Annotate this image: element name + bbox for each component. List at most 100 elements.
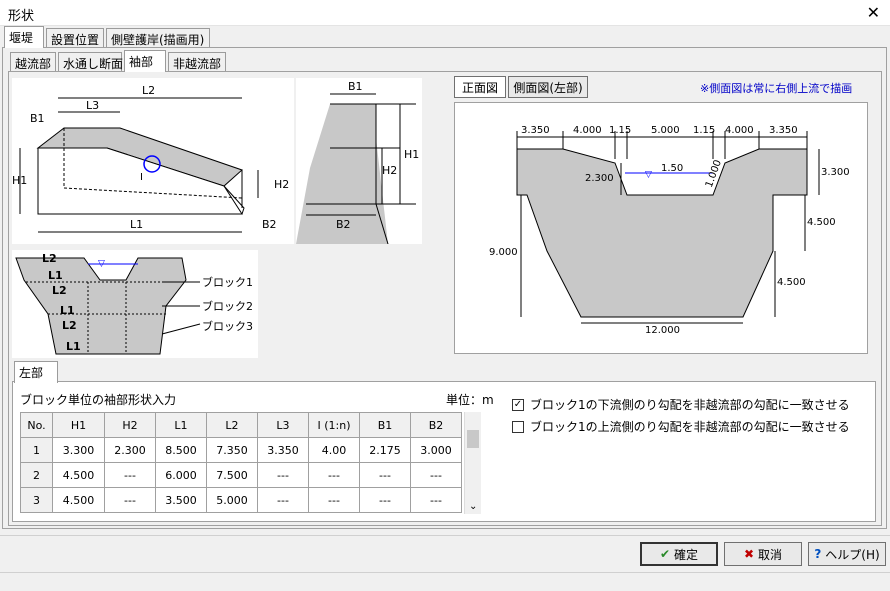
cell[interactable]: 3.500	[155, 487, 207, 513]
iso-H2-label: H2	[274, 178, 289, 191]
col-L1: L1	[155, 412, 207, 438]
block-diagram: ▽ L2 L1 L2 L1 L2 L1 ブロック1 ブロック2 ブロック3	[12, 250, 258, 358]
cell[interactable]: ---	[257, 462, 309, 488]
cancel-button[interactable]: ✖ 取消	[724, 542, 802, 566]
block-label-2: ブロック2	[202, 299, 253, 313]
front-dim-3: 1.15	[609, 125, 631, 136]
row-no: 1	[20, 437, 53, 463]
check-upstream-row[interactable]: ブロック1の上流側のり勾配を非越流部の勾配に一致させる	[512, 418, 850, 435]
help-button[interactable]: ? ヘルプ(H)	[808, 542, 886, 566]
tab-wing[interactable]: 袖部	[124, 50, 166, 72]
block-row-6: L1	[66, 340, 81, 353]
iso-diagram: L2 L3 B1 H1 H2 L1 B2 I	[12, 78, 294, 244]
front-dim-4500a: 4.500	[807, 217, 836, 228]
cell[interactable]: 4.500	[52, 462, 105, 488]
svg-text:▽: ▽	[98, 259, 105, 269]
cell[interactable]: 2.300	[104, 437, 156, 463]
table-row: 3 4.500 --- 3.500 5.000 --- --- --- ---	[20, 487, 462, 513]
col-B1: B1	[359, 412, 411, 438]
col-no: No.	[20, 412, 53, 438]
cell[interactable]: 2.175	[359, 437, 411, 463]
scrollbar-thumb[interactable]	[467, 430, 479, 448]
block-row-3: L2	[52, 284, 67, 297]
col-H1: H1	[52, 412, 105, 438]
cell[interactable]: ---	[104, 487, 156, 513]
title-bar	[0, 0, 890, 26]
cell[interactable]: 4.500	[52, 487, 105, 513]
col-H2: H2	[104, 412, 156, 438]
iso-L3-label: L3	[86, 99, 99, 112]
cell[interactable]: ---	[410, 462, 462, 488]
ok-button[interactable]: ✔ 確定	[640, 542, 718, 566]
cross-icon: ✖	[743, 547, 755, 561]
block-label-1: ブロック1	[202, 275, 253, 289]
cell[interactable]: 7.500	[206, 462, 258, 488]
side-B2-label: B2	[336, 218, 351, 231]
cell[interactable]: ---	[359, 462, 411, 488]
check-icon: ✔	[659, 547, 671, 561]
iso-H1-label: H1	[12, 174, 27, 187]
cell[interactable]: ---	[308, 462, 360, 488]
tab-non-overflow[interactable]: 非越流部	[168, 52, 226, 72]
cell[interactable]: ---	[410, 487, 462, 513]
table-row: 1 3.300 2.300 8.500 7.350 3.350 4.00 2.1…	[20, 437, 462, 463]
cell[interactable]: ---	[104, 462, 156, 488]
check-downstream-row[interactable]: ✓ ブロック1の下流側のり勾配を非越流部の勾配に一致させる	[512, 396, 850, 413]
cell[interactable]: 7.350	[206, 437, 258, 463]
side-view-note: ※側面図は常に右側上流で描画	[700, 82, 853, 95]
tab-overflow[interactable]: 越流部	[10, 52, 56, 72]
block-row-5: L2	[62, 319, 77, 332]
question-icon: ?	[814, 547, 822, 561]
front-dim-150: 1.50	[661, 163, 683, 174]
window-title: 形状	[8, 9, 35, 24]
iso-B2-label: B2	[262, 218, 277, 231]
iso-I-label: I	[140, 172, 143, 183]
col-L2: L2	[206, 412, 258, 438]
table-title: ブロック単位の袖部形状入力	[20, 393, 177, 407]
cell[interactable]: 3.350	[257, 437, 309, 463]
table-row: 2 4.500 --- 6.000 7.500 --- --- --- ---	[20, 462, 462, 488]
block-row-2: L1	[48, 269, 63, 282]
front-dim-2300: 2.300	[585, 173, 614, 184]
cell[interactable]: 5.000	[206, 487, 258, 513]
status-bar	[0, 572, 890, 591]
front-view-button[interactable]: 正面図	[454, 76, 506, 98]
tab-side-wall[interactable]: 側壁護岸(描画用)	[106, 28, 210, 48]
front-dim-9000: 9.000	[489, 247, 518, 258]
cell[interactable]: 8.500	[155, 437, 207, 463]
check-downstream-box[interactable]: ✓	[512, 398, 524, 411]
cell[interactable]: ---	[257, 487, 309, 513]
cell[interactable]: ---	[359, 487, 411, 513]
front-dim-3300: 3.300	[821, 167, 850, 178]
tab-water-section[interactable]: 水通し断面	[58, 52, 123, 72]
side-H2-label: H2	[382, 164, 397, 177]
front-dim-4500b: 4.500	[777, 277, 806, 288]
table-scrollbar[interactable]: ⌄	[464, 412, 481, 514]
front-view-canvas: ▽ 3.350 4.000 1.15 5.000 1.15 4.000 3.35…	[454, 102, 868, 354]
row-no: 3	[20, 487, 53, 513]
chevron-down-icon[interactable]: ⌄	[469, 501, 477, 512]
cell[interactable]: ---	[308, 487, 360, 513]
svg-text:▽: ▽	[645, 170, 652, 180]
close-icon[interactable]: ✕	[867, 3, 880, 22]
check-upstream-box[interactable]	[512, 420, 524, 433]
check-upstream-label: ブロック1の上流側のり勾配を非越流部の勾配に一致させる	[530, 420, 850, 434]
iso-L2-label: L2	[142, 84, 155, 97]
cell[interactable]: 4.00	[308, 437, 360, 463]
block-label-3: ブロック3	[202, 319, 253, 333]
side-B1-label: B1	[348, 80, 363, 93]
tab-install-position[interactable]: 設置位置	[46, 28, 104, 48]
tab-left-part[interactable]: 左部	[14, 361, 58, 383]
cell[interactable]: 6.000	[155, 462, 207, 488]
cell[interactable]: 3.300	[52, 437, 105, 463]
iso-L1-label: L1	[130, 218, 143, 231]
block-row-4: L1	[60, 304, 75, 317]
front-dim-1: 3.350	[521, 125, 550, 136]
tab-dam[interactable]: 堰堤	[4, 26, 44, 48]
cell[interactable]: 3.000	[410, 437, 462, 463]
shape-table: No. H1 H2 L1 L2 L3 I (1:n) B1 B2 1 3.300…	[20, 412, 462, 513]
side-view-button[interactable]: 側面図(左部)	[508, 76, 588, 98]
front-dim-7: 3.350	[769, 125, 798, 136]
block-row-1: L2	[42, 252, 57, 265]
col-B2: B2	[410, 412, 462, 438]
